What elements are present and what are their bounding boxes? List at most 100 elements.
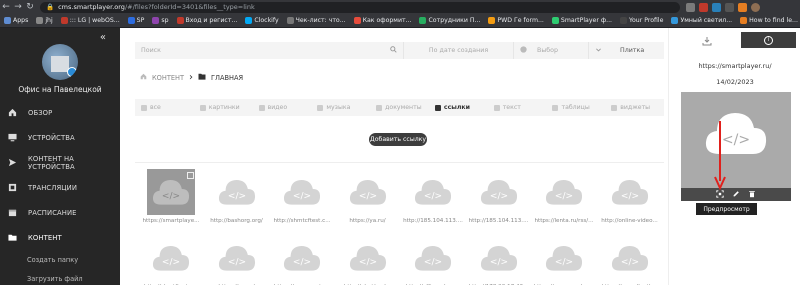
select-checkbox[interactable] bbox=[187, 172, 194, 179]
file-card[interactable]: </> http://shmtcftest.c... bbox=[271, 169, 333, 229]
link-cloud-icon: </> bbox=[409, 169, 457, 215]
bookmark-item[interactable]: SmartPlayer ф... bbox=[551, 17, 612, 24]
view-mode-button[interactable]: Плитка bbox=[589, 42, 664, 59]
bookmark-item[interactable]: Вход и регист... bbox=[176, 17, 238, 24]
bookmark-favicon-icon bbox=[488, 17, 496, 24]
create-folder-link[interactable]: Создать папку bbox=[0, 250, 120, 269]
bookmark-item[interactable]: Как оформит... bbox=[353, 17, 411, 24]
file-card[interactable]: </>https://www.yandex... bbox=[533, 235, 595, 285]
preview-icon[interactable] bbox=[716, 189, 724, 200]
view-mode-label: Плитка bbox=[620, 47, 645, 54]
bookmark-item[interactable]: Умный светил... bbox=[671, 17, 732, 24]
file-card[interactable]: </> http://bashorg.org/ bbox=[206, 169, 268, 229]
extension-icon[interactable] bbox=[725, 2, 734, 12]
file-card[interactable]: </> https://lenta.ru/rss/... bbox=[533, 169, 595, 229]
sidebar-item-schedule[interactable]: РАСПИСАНИЕ bbox=[0, 200, 120, 225]
extension-icon[interactable] bbox=[738, 2, 747, 12]
svg-text:</>: </> bbox=[358, 258, 376, 268]
sidebar-item-content-to-devices[interactable]: КОНТЕНТ НА УСТРОЙСТВА bbox=[0, 150, 120, 175]
bookmark-favicon-icon bbox=[176, 17, 184, 24]
breadcrumb-root[interactable]: КОНТЕНТ bbox=[152, 74, 184, 82]
annotation-arrow-icon bbox=[714, 121, 726, 191]
back-icon[interactable]: ← bbox=[0, 0, 12, 14]
file-card[interactable]: </>http://xbet/ood... bbox=[337, 235, 399, 285]
file-card[interactable]: </>https://www.youtu... bbox=[271, 235, 333, 285]
bookmark-label: SP bbox=[136, 17, 145, 24]
file-card[interactable]: </>http://shmtftest.c... bbox=[140, 235, 202, 285]
tab-label: все bbox=[150, 104, 161, 111]
tab-label: видео bbox=[267, 104, 288, 111]
collapse-sidebar-icon[interactable]: « bbox=[100, 32, 106, 43]
svg-text:</>: </> bbox=[489, 258, 507, 268]
bookmark-item[interactable]: sp bbox=[152, 17, 169, 24]
sidebar-item-broadcasts[interactable]: ТРАНСЛЯЦИИ bbox=[0, 175, 120, 200]
home-icon[interactable] bbox=[140, 73, 147, 82]
delete-icon[interactable] bbox=[748, 190, 756, 200]
extension-icon[interactable] bbox=[686, 2, 695, 12]
tab-2[interactable]: видео bbox=[253, 99, 312, 116]
tab-icon bbox=[199, 104, 206, 111]
sidebar-item-overview[interactable]: ОБЗОР bbox=[0, 100, 120, 125]
bookmark-item[interactable]: Apps bbox=[4, 17, 28, 24]
tab-0[interactable]: все bbox=[135, 99, 194, 116]
tab-label: таблицы bbox=[561, 104, 590, 111]
date-filter[interactable]: По дате создания bbox=[404, 42, 514, 59]
bookmark-item[interactable]: Сотрудники П... bbox=[419, 17, 480, 24]
lock-icon: 🔒 bbox=[46, 3, 55, 11]
file-card[interactable]: </> http://185.104.113.... bbox=[402, 169, 464, 229]
tab-1[interactable]: картинки bbox=[194, 99, 253, 116]
calendar-icon bbox=[8, 208, 17, 217]
forward-icon[interactable]: → bbox=[12, 0, 24, 14]
download-icon[interactable] bbox=[702, 36, 712, 49]
bookmark-label: Вход и регист... bbox=[185, 17, 238, 24]
link-cloud-icon: </> bbox=[213, 169, 261, 215]
bookmark-item[interactable]: jhj bbox=[36, 17, 53, 24]
bookmark-item[interactable]: ::: LG | webOS... bbox=[60, 17, 120, 24]
file-card[interactable]: </>http://178.20.17.43... bbox=[468, 235, 530, 285]
preview-tooltip: Предпросмотр bbox=[696, 203, 757, 215]
selected-url: https://smartplayer.ru/ bbox=[698, 62, 772, 70]
folder-icon bbox=[8, 233, 17, 242]
tab-label: картинки bbox=[208, 104, 240, 111]
extension-icon[interactable] bbox=[712, 2, 721, 12]
file-card[interactable]: </>https://ya.ru/ bbox=[337, 169, 399, 229]
reload-icon[interactable]: ↻ bbox=[24, 0, 36, 14]
sidebar-item-label: КОНТЕНТ bbox=[28, 233, 62, 242]
tab-5[interactable]: ссылки bbox=[429, 99, 488, 116]
monitor-icon bbox=[8, 133, 17, 142]
file-card[interactable]: </>https://ya.ru/ bbox=[206, 235, 268, 285]
select-button[interactable]: Выбор bbox=[514, 42, 589, 59]
sidebar-item-label: КОНТЕНТ НА УСТРОЙСТВА bbox=[28, 154, 75, 171]
search-input[interactable]: Поиск bbox=[135, 42, 404, 59]
bookmark-item[interactable]: PWD Ге form... bbox=[488, 17, 544, 24]
select-label: Выбор bbox=[537, 47, 559, 54]
add-link-button[interactable]: Добавить ссылку bbox=[369, 133, 427, 146]
upload-file-link[interactable]: Загрузить файл bbox=[0, 269, 120, 285]
tab-3[interactable]: музыка bbox=[311, 99, 370, 116]
file-card[interactable]: </> https://smartplaye... bbox=[140, 169, 202, 229]
office-avatar[interactable] bbox=[42, 44, 78, 80]
profile-avatar[interactable] bbox=[751, 2, 760, 12]
tab-6[interactable]: текст bbox=[488, 99, 547, 116]
tab-8[interactable]: виджеты bbox=[605, 99, 664, 116]
bookmark-item[interactable]: How to find le... bbox=[740, 17, 798, 24]
tab-icon bbox=[611, 104, 618, 111]
sidebar-item-devices[interactable]: УСТРОЙСТВА bbox=[0, 125, 120, 150]
info-button[interactable]: i bbox=[741, 32, 796, 48]
file-card[interactable]: </> http://185.104.113.... bbox=[468, 169, 530, 229]
sidebar-item-content[interactable]: КОНТЕНТ bbox=[0, 225, 120, 250]
file-card[interactable]: </>http://officer-desc... bbox=[402, 235, 464, 285]
link-cloud-icon: </> bbox=[475, 235, 523, 281]
file-card[interactable]: </>https://www.fivetk... bbox=[599, 235, 661, 285]
tab-4[interactable]: документы bbox=[370, 99, 429, 116]
bookmark-item[interactable]: Чек-лист: что... bbox=[286, 17, 346, 24]
file-card[interactable]: </> http://online-video... bbox=[599, 169, 661, 229]
extension-icon[interactable] bbox=[699, 2, 708, 12]
address-bar[interactable]: 🔒 cms.smartplayer.org /#/files?folderId=… bbox=[40, 1, 680, 13]
tab-7[interactable]: таблицы bbox=[546, 99, 605, 116]
browser-toolbar: ← → ↻ 🔒 cms.smartplayer.org /#/files?fol… bbox=[0, 0, 800, 14]
bookmark-item[interactable]: SP bbox=[127, 17, 145, 24]
edit-icon[interactable] bbox=[732, 190, 740, 200]
bookmark-item[interactable]: Clockify bbox=[245, 17, 279, 24]
bookmark-item[interactable]: Your Profile bbox=[620, 17, 663, 24]
